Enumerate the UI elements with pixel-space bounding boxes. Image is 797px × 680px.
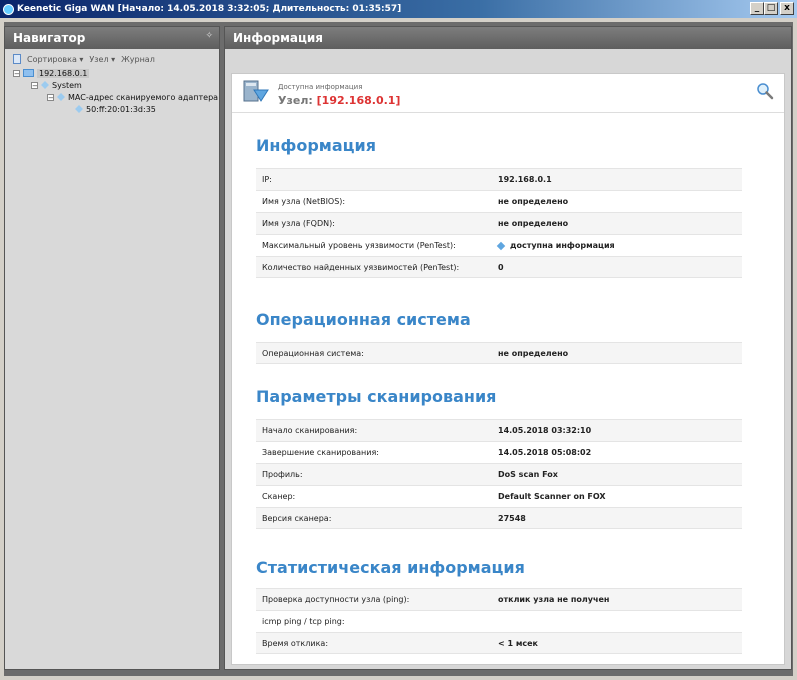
info-diamond-icon <box>496 241 506 250</box>
monitor-icon <box>243 80 269 102</box>
navigator-title: Навигатор <box>13 31 86 45</box>
tree-node-mac-group-label: MAC-адрес сканируемого адаптера <box>68 92 219 102</box>
info-header-status: Доступна информация <box>278 83 363 91</box>
table-row: icmp ping / tcp ping: <box>256 610 742 632</box>
row-value: 0 <box>498 262 504 272</box>
row-label: Сканер: <box>262 492 296 501</box>
navigator-header: Навигатор ✧ <box>5 27 219 49</box>
tree-node-mac-value[interactable]: 50:ff:20:01:3d:35 <box>5 103 219 115</box>
node-icon <box>41 81 49 89</box>
table-row: Версия сканера: 27548 <box>256 507 742 529</box>
window-title: Keenetic Giga WAN [Начало: 14.05.2018 3:… <box>17 4 402 14</box>
tree-node-mac-value-label: 50:ff:20:01:3d:35 <box>86 104 156 114</box>
row-value: не определено <box>498 219 569 228</box>
os-table: Операционная система: не определено <box>256 342 742 364</box>
row-label: Начало сканирования: <box>262 426 358 435</box>
row-label: Имя узла (NetBIOS): <box>262 197 346 206</box>
zoom-icon[interactable] <box>756 82 774 100</box>
table-row: Завершение сканирования: 14.05.2018 05:08… <box>256 441 742 463</box>
row-label: Профиль: <box>262 470 303 479</box>
row-label: Проверка доступности узла (ping): <box>262 595 410 604</box>
section-title-info: Информация <box>256 136 376 155</box>
node-icon <box>57 93 65 101</box>
node-icon <box>75 105 83 113</box>
table-row: Профиль: DoS scan Fox <box>256 463 742 485</box>
node-ip: [192.168.0.1] <box>316 94 401 107</box>
section-title-scan: Параметры сканирования <box>256 387 497 406</box>
row-value: 192.168.0.1 <box>498 175 552 184</box>
document-icon <box>13 54 21 64</box>
info-panel-title: Информация <box>233 31 323 45</box>
row-value: < 1 мсек <box>498 638 538 648</box>
collapse-icon[interactable]: − <box>13 69 20 77</box>
row-value: не определено <box>498 197 569 206</box>
collapse-icon[interactable]: − <box>31 81 38 89</box>
row-value: DoS scan Fox <box>498 470 558 479</box>
row-label: Завершение сканирования: <box>262 448 379 457</box>
section-title-stats: Статистическая информация <box>256 558 525 577</box>
navigator-tree: − 192.168.0.1 − System − MAC-адрес скани… <box>5 67 219 115</box>
navigator-panel: Навигатор ✧ Сортировка ▾ Узел ▾ Журнал −… <box>4 26 220 670</box>
row-value: отклик узла не получен <box>498 595 610 604</box>
collapse-icon[interactable]: − <box>47 93 54 101</box>
folder-icon <box>23 69 34 77</box>
window-controls: _ □ x <box>750 2 794 15</box>
row-label: Операционная система: <box>262 348 364 358</box>
tree-node-host-label: 192.168.0.1 <box>37 68 90 78</box>
table-row: Имя узла (NetBIOS): не определено <box>256 190 742 212</box>
info-header: Доступна информация Узел: [192.168.0.1] <box>232 74 784 113</box>
node-prefix: Узел: <box>278 94 313 107</box>
row-value: 14.05.2018 05:08:02 <box>498 448 592 457</box>
minimize-button[interactable]: _ <box>750 2 764 15</box>
maximize-button[interactable]: □ <box>764 2 778 15</box>
table-row: Количество найденных уязвимостей (PenTes… <box>256 256 742 278</box>
row-value: не определено <box>498 348 569 358</box>
row-value: доступна информация <box>496 241 615 250</box>
navigator-toolbar: Сортировка ▾ Узел ▾ Журнал <box>5 51 219 67</box>
scan-table: Начало сканирования: 14.05.2018 03:32:10 … <box>256 419 742 529</box>
row-value: 27548 <box>498 513 526 523</box>
info-table: IP: 192.168.0.1 Имя узла (NetBIOS): не опр… <box>256 168 742 278</box>
table-row: Время отклика: < 1 мсек <box>256 632 742 654</box>
info-header-node: Узел: [192.168.0.1] <box>278 94 400 107</box>
row-value: Default Scanner on FOX <box>498 492 606 501</box>
app-icon <box>3 3 14 15</box>
row-label: Имя узла (FQDN): <box>262 219 335 228</box>
row-label: Время отклика: <box>262 638 329 648</box>
table-row: Имя узла (FQDN): не определено <box>256 212 742 234</box>
row-label: IP: <box>262 175 272 184</box>
row-label: Версия сканера: <box>262 513 332 523</box>
row-label: Количество найденных уязвимостей (PenTes… <box>262 262 460 272</box>
journal-link[interactable]: Журнал <box>121 55 155 64</box>
table-row: Максимальный уровень уязвимости (PenTest… <box>256 234 742 256</box>
tree-node-mac-group[interactable]: − MAC-адрес сканируемого адаптера <box>5 91 219 103</box>
tree-node-host[interactable]: − 192.168.0.1 <box>5 67 219 79</box>
table-row: Проверка доступности узла (ping): отклик … <box>256 588 742 610</box>
row-label: icmp ping / tcp ping: <box>262 617 345 626</box>
tree-node-system-label: System <box>52 80 82 90</box>
window-title-bar[interactable]: Keenetic Giga WAN [Начало: 14.05.2018 3:… <box>0 0 797 18</box>
tree-node-system[interactable]: − System <box>5 79 219 91</box>
table-row: Сканер: Default Scanner on FOX <box>256 485 742 507</box>
node-menu[interactable]: Узел ▾ <box>89 55 115 64</box>
info-panel: Информация Доступна информация Узел: [19… <box>224 26 792 670</box>
close-button[interactable]: x <box>780 2 794 15</box>
info-panel-header: Информация <box>225 27 791 49</box>
section-title-os: Операционная система <box>256 310 471 329</box>
row-value: 14.05.2018 03:32:10 <box>498 426 592 435</box>
pin-icon[interactable]: ✧ <box>205 31 213 41</box>
info-content[interactable]: Доступна информация Узел: [192.168.0.1] … <box>231 73 785 665</box>
vulnerability-level-value[interactable]: доступна информация <box>510 241 615 250</box>
table-row: Операционная система: не определено <box>256 342 742 364</box>
sort-menu[interactable]: Сортировка ▾ <box>27 55 83 64</box>
table-row: Начало сканирования: 14.05.2018 03:32:10 <box>256 419 742 441</box>
row-label: Максимальный уровень уязвимости (PenTest… <box>262 241 456 250</box>
table-row: IP: 192.168.0.1 <box>256 168 742 190</box>
stats-table: Проверка доступности узла (ping): отклик … <box>256 588 742 654</box>
